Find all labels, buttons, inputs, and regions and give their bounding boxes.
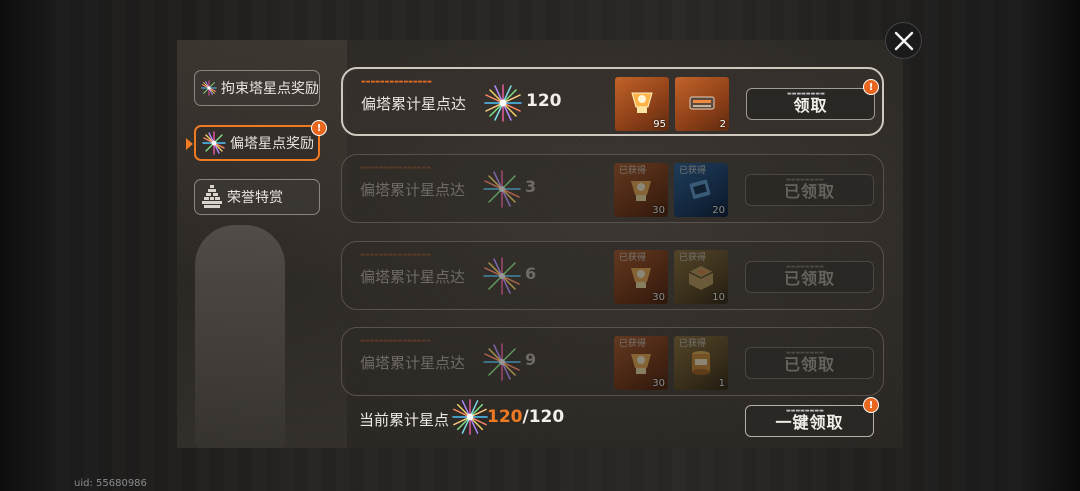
starburst-icon [201,80,217,96]
reward-item-orange-core[interactable]: 已获得 30 [614,336,668,390]
reward-item-orange-core[interactable]: 已获得 30 [614,250,668,304]
reward-row: ▬▬▬▬▬▬▬▬▬▬▬▬▬▬▬ 偏塔累计星点达 3 已获得 30 已获得 20 … [341,154,884,223]
row-label: 偏塔累计星点达 [360,354,466,372]
supply-box-icon [688,266,714,290]
reward-item-machine-part[interactable]: 2 [675,77,729,131]
reward-item-gold-canister[interactable]: 已获得 1 [674,336,728,390]
item-quantity: 95 [653,119,666,130]
button-decoration-text: ▬▬▬▬▬▬▬▬ [786,264,824,270]
total-stars-count: 120/120 [487,407,564,427]
reward-item-blue-device[interactable]: 已获得 20 [674,163,728,217]
button-decoration-text: ▬▬▬▬▬▬▬▬ [787,91,825,97]
reward-item-gold-box[interactable]: 已获得 10 [674,250,728,304]
button-decoration-text: ▬▬▬▬▬▬▬▬ [786,408,824,414]
core-crystal-icon [631,181,651,201]
row-target-value: 9 [525,350,537,369]
starburst-icon [483,170,521,208]
reward-item-orange-core[interactable]: 已获得 30 [614,163,668,217]
tab-honor-special-reward[interactable]: 荣誉特赏 [194,179,320,215]
item-quantity: 30 [652,378,665,389]
machine-part-icon [689,96,715,110]
starburst-icon [202,131,226,155]
claim-all-button[interactable]: ▬▬▬▬▬▬▬▬ 一键领取 [745,405,874,437]
alert-icon: ! [863,79,879,95]
player-uid: uid: 55680986 [74,478,147,489]
row-decoration-text: ▬▬▬▬▬▬▬▬▬▬▬▬▬▬▬ [360,338,431,344]
total-stars-label: 当前累计星点 [359,411,450,429]
row-label: 偏塔累计星点达 [361,95,467,113]
row-label: 偏塔累计星点达 [360,268,466,286]
canister-icon [692,351,710,375]
button-decoration-text: ▬▬▬▬▬▬▬▬ [786,177,824,183]
current-stars: 120 [487,407,523,427]
starburst-icon [452,399,488,435]
close-icon [894,31,913,50]
tab-label: 荣誉特赏 [227,190,283,206]
item-quantity: 30 [652,205,665,216]
row-decoration-text: ▬▬▬▬▬▬▬▬▬▬▬▬▬▬▬ [360,165,431,171]
alert-icon: ! [863,397,879,413]
reward-item-orange-core[interactable]: 95 [615,77,669,131]
claimed-button[interactable]: ▬▬▬▬▬▬▬▬ 已领取 [745,261,874,293]
device-icon [689,179,711,199]
alert-icon: ! [311,120,327,136]
row-label: 偏塔累计星点达 [360,181,466,199]
item-quantity: 2 [719,119,726,130]
starburst-icon [483,257,521,295]
starburst-icon [483,343,521,381]
claimed-button[interactable]: ▬▬▬▬▬▬▬▬ 已领取 [745,174,874,206]
max-stars: 120 [528,407,565,427]
tab-partial-tower-star-reward[interactable]: 偏塔星点奖励 [194,125,320,161]
close-button[interactable] [885,22,922,59]
core-crystal-icon [631,92,653,113]
row-decoration-text: ▬▬▬▬▬▬▬▬▬▬▬▬▬▬▬ [360,252,431,258]
tab-bind-tower-star-reward[interactable]: 拘束塔星点奖励 [194,70,320,106]
row-target-value: 3 [525,177,537,196]
core-crystal-icon [631,268,651,288]
active-tab-indicator [186,138,193,150]
item-quantity: 10 [712,292,725,303]
claimed-button[interactable]: ▬▬▬▬▬▬▬▬ 已领取 [745,347,874,379]
item-quantity: 30 [652,292,665,303]
tab-label: 拘束塔星点奖励 [221,81,319,97]
row-decoration-text: ▬▬▬▬▬▬▬▬▬▬▬▬▬▬▬ [361,79,432,85]
tab-label: 偏塔星点奖励 [230,136,314,152]
item-quantity: 1 [718,378,725,389]
character-artwork [195,225,285,448]
row-target-value: 120 [526,91,562,111]
reward-row: ▬▬▬▬▬▬▬▬▬▬▬▬▬▬▬ 偏塔累计星点达 9 已获得 30 已获得 1 ▬… [341,327,884,396]
starburst-icon [484,84,522,122]
reward-row: ▬▬▬▬▬▬▬▬▬▬▬▬▬▬▬ 偏塔累计星点达 120 95 2 ▬▬▬▬▬▬▬… [341,67,884,136]
trophy-stack-icon [202,185,222,208]
item-quantity: 20 [712,205,725,216]
claim-button[interactable]: ▬▬▬▬▬▬▬▬ 领取 [746,88,875,120]
reward-row: ▬▬▬▬▬▬▬▬▬▬▬▬▬▬▬ 偏塔累计星点达 6 已获得 30 已获得 10 … [341,241,884,310]
core-crystal-icon [631,354,651,374]
row-target-value: 6 [525,264,537,283]
button-decoration-text: ▬▬▬▬▬▬▬▬ [786,350,824,356]
